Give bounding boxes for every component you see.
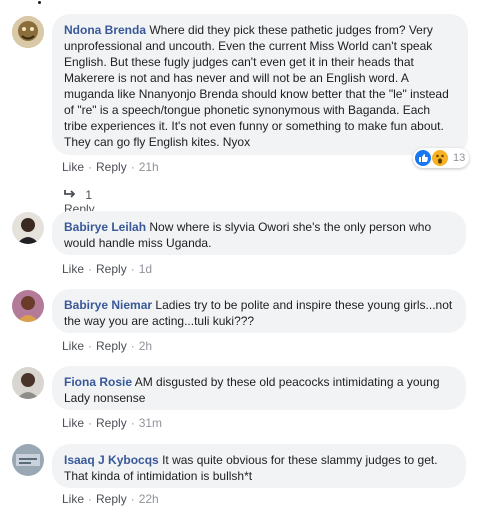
comment-actions: Like · Reply · 22h [62,492,159,506]
comment-text: Where did they pick these pathetic judge… [64,23,449,149]
comment-author[interactable]: Babirye Niemar [64,298,152,312]
reactions-summary[interactable]: 13 [413,148,470,168]
timestamp[interactable]: 31m [139,416,162,430]
reply-button[interactable]: Reply [96,160,127,174]
comment-author[interactable]: Fiona Rosie [64,375,132,389]
reply-arrow-icon [64,188,79,202]
wow-icon [432,150,448,166]
reply-button[interactable]: Reply [96,492,127,506]
reply-button[interactable]: Reply [96,262,127,276]
comment-bubble: Ndona Brenda Where did they pick these p… [52,14,468,155]
comment-author[interactable]: Ndona Brenda [64,23,146,37]
comment-actions: Like · Reply · 1d [62,262,153,276]
separator-dot [38,1,41,4]
comment-bubble: Isaaq J Kybocqs It was quite obvious for… [52,444,466,488]
avatar[interactable] [12,16,44,48]
comment-author[interactable]: Isaaq J Kybocqs [64,453,159,467]
timestamp[interactable]: 21h [139,160,159,174]
comment-actions: Like · Reply · 31m [62,416,163,430]
avatar[interactable] [12,212,44,244]
like-icon [415,150,431,166]
like-button[interactable]: Like [62,492,84,506]
like-button[interactable]: Like [62,160,84,174]
comment-author[interactable]: Babirye Leilah [64,220,146,234]
reply-button[interactable]: Reply [96,416,127,430]
timestamp[interactable]: 1d [139,262,152,276]
comment-actions: Like · Reply · 21h [62,160,159,174]
timestamp[interactable]: 2h [139,339,152,353]
like-button[interactable]: Like [62,416,84,430]
timestamp[interactable]: 22h [139,492,159,506]
comment-bubble: Fiona Rosie AM disgusted by these old pe… [52,366,466,410]
like-button[interactable]: Like [62,262,84,276]
comment-actions: Like · Reply · 2h [62,339,153,353]
reaction-count: 13 [453,152,466,164]
avatar[interactable] [12,290,44,322]
comment-bubble: Babirye Leilah Now where is slyvia Owori… [52,211,466,255]
avatar[interactable] [12,444,44,476]
like-button[interactable]: Like [62,339,84,353]
comment-bubble: Babirye Niemar Ladies try to be polite a… [52,289,466,333]
reply-button[interactable]: Reply [96,339,127,353]
avatar[interactable] [12,367,44,399]
